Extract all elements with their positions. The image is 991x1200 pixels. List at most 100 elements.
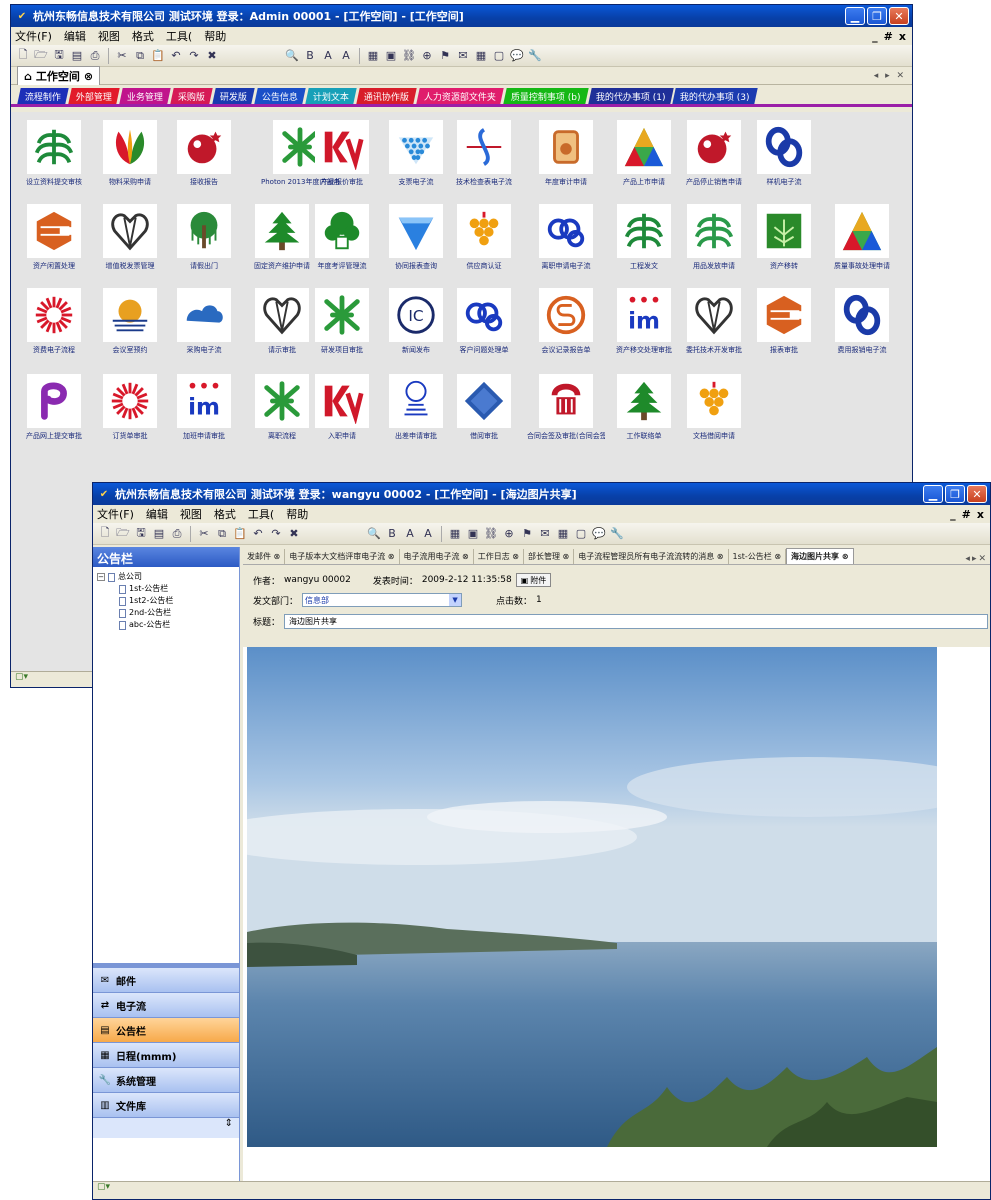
- copy-icon[interactable]: ⧉: [132, 48, 148, 64]
- mdi-minimize-button[interactable]: _: [950, 508, 956, 521]
- chat-icon[interactable]: 💬: [591, 526, 607, 542]
- workflow-shortcut[interactable]: 会议记录报告单: [527, 288, 605, 355]
- link-icon[interactable]: ⛓: [401, 48, 417, 64]
- workflow-shortcut[interactable]: 资产移转: [745, 204, 823, 271]
- nav-mail[interactable]: ✉ 邮件: [93, 968, 239, 993]
- menu-file[interactable]: 文件(F): [97, 506, 134, 522]
- workflow-shortcut[interactable]: 物料采购申请: [91, 120, 169, 187]
- document-tab[interactable]: 1st-公告栏 ⊗: [729, 549, 787, 564]
- zoom-icon[interactable]: ⊕: [501, 526, 517, 542]
- menu-edit[interactable]: 编辑: [146, 506, 168, 522]
- font-icon[interactable]: A: [402, 526, 418, 542]
- tab-workspace[interactable]: ⌂ 工作空间 ⊗: [17, 66, 101, 85]
- delete-icon[interactable]: ✖: [204, 48, 220, 64]
- workflow-shortcut[interactable]: im 加班申请审批: [165, 374, 243, 441]
- document-tab[interactable]: 工作日志 ⊗: [474, 549, 524, 564]
- menu-view[interactable]: 视图: [98, 28, 120, 44]
- nav-expand-button[interactable]: ⇕: [93, 1118, 239, 1138]
- workflow-shortcut[interactable]: 客户问题处理单: [445, 288, 523, 355]
- menu-help[interactable]: 帮助: [286, 506, 308, 522]
- save-all-icon[interactable]: ▤: [69, 48, 85, 64]
- image-icon[interactable]: ▣: [465, 526, 481, 542]
- copy-icon[interactable]: ⧉: [214, 526, 230, 542]
- paste-icon[interactable]: 📋: [232, 526, 248, 542]
- workflow-shortcut[interactable]: 产品上市申请: [605, 120, 683, 187]
- print-icon[interactable]: ⎙: [87, 48, 103, 64]
- new-icon[interactable]: 🗋: [97, 526, 113, 542]
- workflow-shortcut[interactable]: 接收报告: [165, 120, 243, 187]
- link-icon[interactable]: ⛓: [483, 526, 499, 542]
- workflow-shortcut[interactable]: 质量事故处理申请: [823, 204, 901, 271]
- print-icon[interactable]: ⎙: [169, 526, 185, 542]
- color-icon[interactable]: A: [420, 526, 436, 542]
- flag-icon[interactable]: ⚑: [519, 526, 535, 542]
- workflow-shortcut[interactable]: 离职申请电子流: [527, 204, 605, 271]
- mdi-restore-button[interactable]: #: [884, 30, 893, 43]
- document-tab[interactable]: 电子流用电子流 ⊗: [400, 549, 474, 564]
- attachment-button[interactable]: ▣ 附件: [515, 573, 552, 587]
- open-icon[interactable]: 🗁: [33, 48, 49, 64]
- tree-node-root[interactable]: − 总公司: [97, 571, 235, 583]
- subject-field[interactable]: 海边图片共享: [284, 614, 989, 629]
- collapse-icon[interactable]: −: [97, 573, 105, 581]
- note-icon[interactable]: ▢: [573, 526, 589, 542]
- workflow-shortcut[interactable]: 文档借阅申请: [675, 374, 753, 441]
- paste-icon[interactable]: 📋: [150, 48, 166, 64]
- mail-icon[interactable]: ✉: [537, 526, 553, 542]
- flag-icon[interactable]: ⚑: [437, 48, 453, 64]
- menu-tools[interactable]: 工具(: [248, 506, 274, 522]
- category-tab[interactable]: 研发版: [212, 88, 255, 104]
- undo-icon[interactable]: ↶: [168, 48, 184, 64]
- calendar-icon[interactable]: ▦: [555, 526, 571, 542]
- tree-node-child[interactable]: 2nd-公告栏: [97, 607, 235, 619]
- workflow-shortcut[interactable]: 合同会签及审批(合同会签、执行): [527, 374, 605, 441]
- category-tab[interactable]: 人力资源部文件夹: [416, 88, 504, 104]
- chevron-down-icon[interactable]: ▼: [449, 594, 462, 606]
- workflow-shortcut[interactable]: 报表审批: [745, 288, 823, 355]
- workflow-shortcut[interactable]: 技术检查表电子流: [445, 120, 523, 187]
- workflow-shortcut[interactable]: 协同报表查询: [377, 204, 455, 271]
- undo-icon[interactable]: ↶: [250, 526, 266, 542]
- table-icon[interactable]: ▦: [365, 48, 381, 64]
- workflow-shortcut[interactable]: im 资产移交处理审批: [605, 288, 683, 355]
- redo-icon[interactable]: ↷: [186, 48, 202, 64]
- dept-select[interactable]: 信息部 ▼: [302, 593, 463, 607]
- chat-icon[interactable]: 💬: [509, 48, 525, 64]
- tab-close-icon[interactable]: ⊗: [84, 70, 93, 83]
- workflow-shortcut[interactable]: 年度考评管理流: [303, 204, 381, 271]
- workflow-shortcut[interactable]: 支票电子流: [377, 120, 455, 187]
- workflow-shortcut[interactable]: 工作联络单: [605, 374, 683, 441]
- find-icon[interactable]: 🔍: [366, 526, 382, 542]
- calendar-icon[interactable]: ▦: [473, 48, 489, 64]
- save-icon[interactable]: 🖫: [51, 48, 67, 64]
- workflow-shortcut[interactable]: 费用报销电子流: [823, 288, 901, 355]
- zoom-icon[interactable]: ⊕: [419, 48, 435, 64]
- minimize-button[interactable]: ▁: [845, 7, 865, 25]
- workflow-shortcut[interactable]: 会议室预约: [91, 288, 169, 355]
- workflow-shortcut[interactable]: 研发项目审批: [303, 288, 381, 355]
- category-tab[interactable]: 我的代办事项 (1): [588, 88, 674, 104]
- mdi-close-button[interactable]: x: [977, 508, 984, 521]
- workflow-shortcut[interactable]: 入职申请: [303, 374, 381, 441]
- table-icon[interactable]: ▦: [447, 526, 463, 542]
- workflow-shortcut[interactable]: 产品报价审批: [303, 120, 381, 187]
- document-tab[interactable]: 发邮件 ⊗: [243, 549, 286, 564]
- mdi-restore-button[interactable]: #: [962, 508, 971, 521]
- workflow-shortcut[interactable]: 资费电子流程: [15, 288, 93, 355]
- category-tab[interactable]: 计划文本: [305, 88, 357, 104]
- menu-help[interactable]: 帮助: [204, 28, 226, 44]
- redo-icon[interactable]: ↷: [268, 526, 284, 542]
- menu-edit[interactable]: 编辑: [64, 28, 86, 44]
- window-titlebar[interactable]: ✔ 杭州东畅信息技术有限公司 测试环境 登录：Admin 00001 - [工作…: [11, 5, 912, 27]
- workflow-shortcut[interactable]: IC 新闻发布: [377, 288, 455, 355]
- tree-node-child[interactable]: abc-公告栏: [97, 619, 235, 631]
- image-icon[interactable]: ▣: [383, 48, 399, 64]
- cut-icon[interactable]: ✂: [196, 526, 212, 542]
- document-tab[interactable]: 部长管理 ⊗: [524, 549, 575, 564]
- category-tab[interactable]: 采购版: [170, 88, 213, 104]
- mail-icon[interactable]: ✉: [455, 48, 471, 64]
- workflow-shortcut[interactable]: 借阅审批: [445, 374, 523, 441]
- document-tab[interactable]: 海边图片共享 ⊗: [786, 548, 854, 564]
- workflow-shortcut[interactable]: 产品停止销售申请: [675, 120, 753, 187]
- save-all-icon[interactable]: ▤: [151, 526, 167, 542]
